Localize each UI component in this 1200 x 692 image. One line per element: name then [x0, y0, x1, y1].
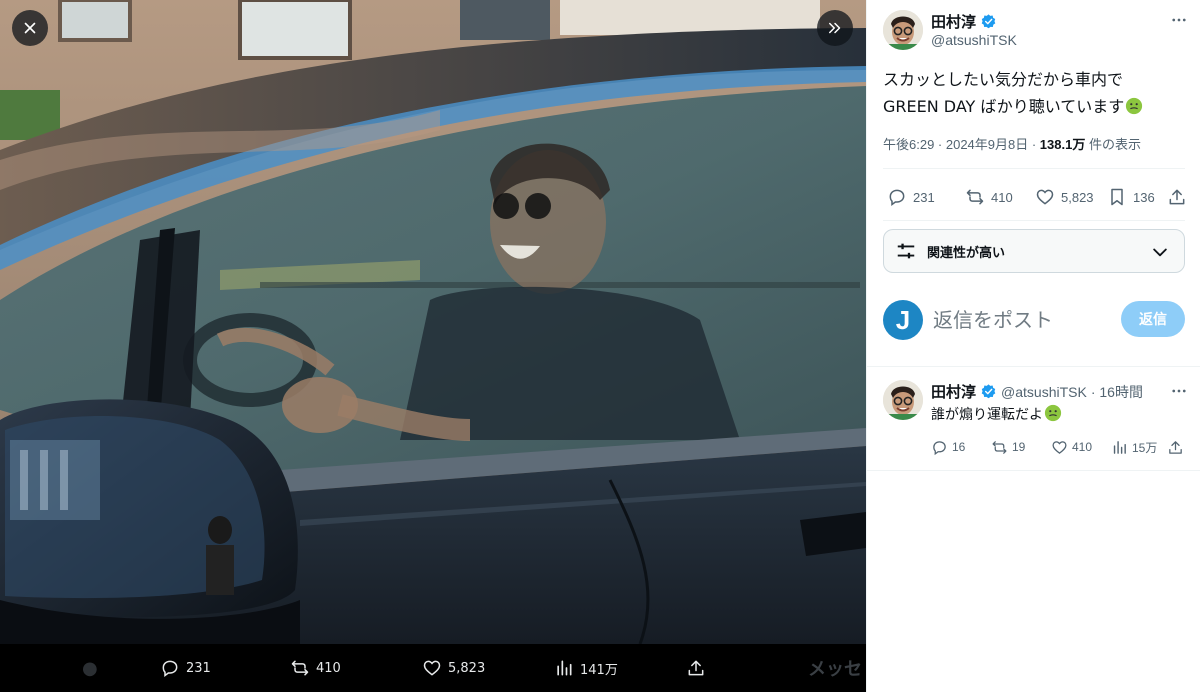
- author-handle[interactable]: @atsushiTSK: [931, 32, 1017, 48]
- reply-submit-button[interactable]: 返信: [1121, 301, 1185, 337]
- media-reply-button[interactable]: 231: [160, 644, 211, 692]
- media-views-count: 141万: [580, 662, 618, 678]
- reply-views-count: 15万: [1132, 440, 1158, 455]
- reply-stats-bar: 16 19 410 15万: [931, 436, 1185, 458]
- more-dots-icon: [1172, 389, 1186, 393]
- repost-icon: [966, 189, 984, 205]
- media-reply-count: 231: [186, 660, 211, 676]
- share-button[interactable]: [1167, 184, 1187, 210]
- repost-icon: [992, 440, 1007, 454]
- reply-author-name[interactable]: 田村淳: [931, 381, 976, 402]
- divider: [867, 470, 1200, 471]
- more-dots-icon: [1172, 18, 1186, 22]
- next-media-button[interactable]: [817, 10, 853, 46]
- views-chart-icon: [1113, 440, 1126, 454]
- post-text-line-2-wrap: GREEN DAY ばかり聴いています: [883, 93, 1189, 120]
- background-avatar-ghost: ●: [82, 657, 98, 679]
- reply-more-button[interactable]: [1169, 381, 1189, 401]
- post-text-line-1: スカッとしたい気分だから車内で: [883, 70, 1124, 89]
- post-detail-panel: 田村淳 @atsushiTSK スカッとしたい気分だから車内で GREEN DA…: [866, 0, 1200, 692]
- reply-icon: [162, 660, 178, 677]
- divider: [867, 366, 1200, 367]
- double-chevron-right-icon: [829, 22, 841, 34]
- reply-button[interactable]: 231: [887, 184, 935, 210]
- reply-text: 誰が煽り運転だよ: [931, 407, 1043, 423]
- verified-badge-icon: [980, 383, 997, 400]
- post-text: スカッとしたい気分だから車内で GREEN DAY ばかり聴いています: [883, 66, 1189, 120]
- close-button[interactable]: [12, 10, 48, 46]
- author-name[interactable]: 田村淳: [931, 11, 976, 32]
- reply-like-button[interactable]: 410: [1051, 436, 1092, 458]
- chevron-down-icon: [1153, 248, 1167, 257]
- close-icon: [24, 22, 36, 34]
- avatar-image: [883, 10, 923, 50]
- reply-icon: [933, 440, 946, 455]
- share-icon: [1169, 189, 1185, 205]
- reply-timestamp[interactable]: · 16時間: [1091, 382, 1143, 402]
- post-photo[interactable]: [0, 0, 866, 644]
- repost-count: 410: [991, 189, 1013, 205]
- share-icon: [1169, 440, 1182, 454]
- reply-repost-button[interactable]: 19: [991, 436, 1025, 458]
- reply-author-handle[interactable]: @atsushiTSK: [1001, 384, 1087, 400]
- heart-icon: [1036, 189, 1054, 205]
- media-like-button[interactable]: 5,823: [422, 644, 485, 692]
- post-timestamp[interactable]: 午後6:29 · 2024年9月8日 ·: [883, 137, 1040, 152]
- author-name-row: 田村淳: [931, 11, 997, 32]
- media-like-count: 5,823: [448, 660, 486, 676]
- repost-icon: [291, 660, 309, 676]
- bookmark-icon: [1111, 188, 1123, 206]
- views-chart-icon: [557, 660, 572, 676]
- post-text-line-2: GREEN DAY ばかり聴いています: [883, 97, 1125, 116]
- share-icon: [688, 660, 704, 676]
- media-views-button[interactable]: 141万: [554, 644, 618, 692]
- reply-repost-count: 19: [1012, 440, 1026, 454]
- heart-icon: [1052, 440, 1067, 454]
- reply-share-button[interactable]: [1167, 436, 1184, 458]
- bookmark-button[interactable]: 136: [1107, 184, 1155, 210]
- current-user-avatar[interactable]: J: [883, 300, 923, 340]
- reply-input[interactable]: [933, 306, 1103, 334]
- like-button[interactable]: 5,823: [1035, 184, 1094, 210]
- reply-count: 231: [913, 189, 935, 205]
- post-more-button[interactable]: [1169, 10, 1189, 30]
- author-avatar[interactable]: [883, 10, 923, 50]
- divider: [883, 220, 1185, 221]
- post-meta: 午後6:29 · 2024年9月8日 · 138.1万 件の表示: [883, 134, 1141, 153]
- media-viewer: ● 231 410 5,823 141万 メッセ: [0, 0, 866, 692]
- post-stats-bar: 231 410 5,823 136: [883, 184, 1189, 210]
- reply-author-avatar[interactable]: [883, 380, 923, 420]
- reply-sort-dropdown[interactable]: 関連性が高い: [883, 229, 1185, 273]
- reply-like-count: 410: [1072, 440, 1093, 454]
- divider: [883, 168, 1185, 169]
- reply-reply-button[interactable]: 16: [931, 436, 965, 458]
- media-repost-button[interactable]: 410: [290, 644, 341, 692]
- media-share-button[interactable]: [686, 644, 706, 692]
- avatar-image: [883, 380, 923, 420]
- reply-sort-label: 関連性が高い: [927, 245, 1006, 261]
- reply-icon: [889, 189, 905, 206]
- nauseated-face-emoji-icon: [1126, 97, 1143, 115]
- reply-text-wrap: 誰が煽り運転だよ: [931, 404, 1062, 424]
- reply-author-row: 田村淳 @atsushiTSK · 16時間: [931, 381, 1143, 402]
- reply-reply-count: 16: [952, 440, 966, 454]
- media-repost-count: 410: [316, 660, 341, 676]
- reply-views-button[interactable]: 15万: [1111, 436, 1157, 458]
- post-views-label: 件の表示: [1085, 137, 1141, 152]
- sort-sliders-icon: [897, 243, 915, 259]
- nauseated-face-emoji-icon: [1044, 404, 1062, 422]
- heart-icon: [423, 660, 441, 676]
- media-action-bar: ● 231 410 5,823 141万 メッセ: [0, 644, 866, 692]
- verified-badge-icon: [980, 13, 997, 30]
- like-count: 5,823: [1061, 189, 1094, 205]
- post-views-value: 138.1万: [1039, 137, 1086, 152]
- background-partial-text: メッセ: [808, 659, 862, 680]
- repost-button[interactable]: 410: [965, 184, 1013, 210]
- reply-composer: J 返信: [883, 298, 1185, 342]
- car-photo-illustration: [0, 0, 866, 644]
- bookmark-count: 136: [1133, 189, 1155, 205]
